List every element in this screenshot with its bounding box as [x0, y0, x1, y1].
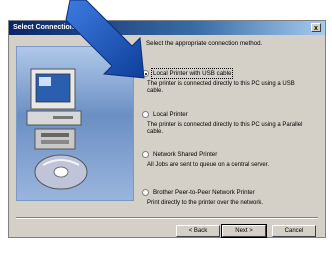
button-separator [16, 217, 318, 219]
option-peer-to-peer-description: Print directly to the printer over the n… [147, 200, 264, 206]
instruction-text: Select the appropriate connection method… [146, 40, 263, 47]
radio-parallel[interactable] [142, 111, 149, 118]
option-network-shared-description: All Jobs are sent to queue on a central … [147, 162, 270, 168]
cancel-button[interactable]: Cancel [272, 225, 316, 237]
option-usb[interactable]: Local Printer with USB cable The printer… [142, 68, 314, 95]
option-network-shared-label[interactable]: Network Shared Printer [153, 151, 217, 158]
option-usb-label[interactable]: Local Printer with USB cable [150, 68, 234, 79]
next-button[interactable]: Next > [221, 224, 267, 238]
option-network-shared[interactable]: Network Shared Printer All Jobs are sent… [142, 151, 314, 169]
radio-network-shared[interactable] [142, 151, 149, 158]
option-parallel-description: The printer is connected directly to thi… [147, 122, 303, 136]
option-parallel[interactable]: Local Printer The printer is connected d… [142, 111, 314, 136]
back-button[interactable]: < Back [176, 225, 220, 237]
pointer-arrow-icon [65, 0, 145, 79]
option-peer-to-peer-label[interactable]: Brother Peer-to-Peer Network Printer [153, 189, 255, 196]
radio-peer-to-peer[interactable] [142, 189, 149, 196]
option-usb-description: The printer is connected directly to thi… [147, 81, 295, 95]
option-parallel-label[interactable]: Local Printer [153, 111, 188, 118]
option-peer-to-peer[interactable]: Brother Peer-to-Peer Network Printer Pri… [142, 189, 314, 207]
close-button[interactable]: x [311, 23, 321, 32]
